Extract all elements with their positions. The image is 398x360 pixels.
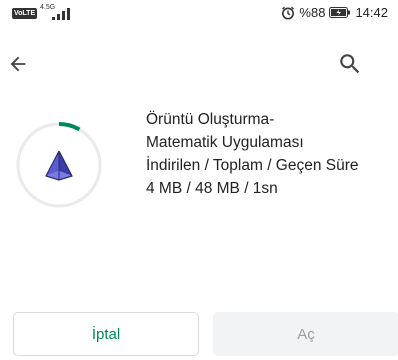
progress-label: İndirilen / Toplam / Geçen Süre — [146, 157, 359, 174]
clock-time: 14:42 — [355, 5, 388, 20]
signal-strength-icon — [52, 8, 70, 20]
search-icon — [340, 54, 360, 74]
download-progress-ring — [14, 120, 104, 210]
status-bar: VoLTE 4.5G %88 14:42 — [0, 0, 398, 28]
status-right: %88 14:42 — [281, 5, 388, 20]
alarm-clock-icon — [282, 6, 295, 19]
download-info: Örüntü Oluşturma- Matematik Uygulaması İ… — [146, 108, 359, 200]
app-name-line2: Matematik Uygulaması — [146, 134, 304, 151]
arrow-back-icon — [10, 56, 26, 72]
app-name-line1: Örüntü Oluşturma- — [146, 111, 275, 128]
battery-charging-icon — [329, 7, 351, 18]
search-button[interactable] — [334, 48, 366, 80]
cancel-button[interactable]: İptal — [13, 312, 199, 356]
back-button[interactable] — [4, 50, 32, 78]
progress-values: 4 MB / 48 MB / 1sn — [146, 180, 278, 197]
volte-badge: VoLTE — [12, 8, 38, 19]
open-button[interactable]: Aç — [213, 312, 398, 356]
battery-percent: %88 — [299, 5, 326, 20]
